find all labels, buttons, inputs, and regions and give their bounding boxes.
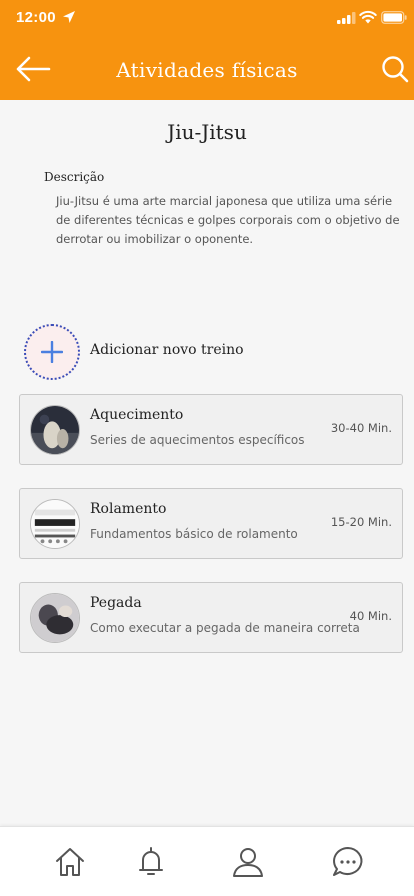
app-header: 12:00 Atividades físicas [0,0,414,100]
location-arrow-icon [63,11,75,23]
training-thumbnail [30,593,80,643]
cellular-signal-icon [337,12,356,24]
user-icon[interactable] [231,845,265,879]
plus-icon [41,341,63,363]
training-name: Pegada [90,595,142,611]
status-time: 12:00 [16,9,56,26]
tab-bar [0,826,414,896]
activity-title: Jiu-Jitsu [167,120,247,144]
bell-icon[interactable] [134,845,168,879]
training-name: Rolamento [90,501,167,517]
battery-icon [381,11,407,24]
training-description: Fundamentos básico de rolamento [90,527,298,541]
training-card-rolamento[interactable]: Rolamento Fundamentos básico de rolament… [19,488,403,559]
add-training-circle[interactable] [24,324,80,380]
training-card-aquecimento[interactable]: Aquecimento Series de aquecimentos espec… [19,394,403,465]
description-text: Jiu-Jitsu é uma arte marcial japonesa qu… [56,194,400,246]
home-icon[interactable] [53,845,87,879]
training-description: Series de aquecimentos específicos [90,433,305,447]
add-training-label: Adicionar novo treino [90,342,244,358]
training-description: Como executar a pegada de maneira corret… [90,621,360,635]
page-title: Atividades físicas [116,58,298,82]
training-card-pegada[interactable]: Pegada Como executar a pegada de maneira… [19,582,403,653]
training-name: Aquecimento [90,407,184,423]
status-bar: 12:00 [0,0,414,40]
add-training-button[interactable]: Adicionar novo treino [24,324,384,380]
wifi-icon [359,10,377,24]
training-thumbnail [30,405,80,455]
chat-icon[interactable] [331,845,365,879]
training-thumbnail [30,499,80,549]
nav-bar: Atividades físicas [0,48,414,96]
training-duration: 30-40 Min. [330,421,392,435]
training-duration: 40 Min. [349,609,392,623]
search-icon[interactable] [380,54,410,84]
description-label: Descrição [44,170,105,184]
training-duration: 15-20 Min. [330,515,392,529]
